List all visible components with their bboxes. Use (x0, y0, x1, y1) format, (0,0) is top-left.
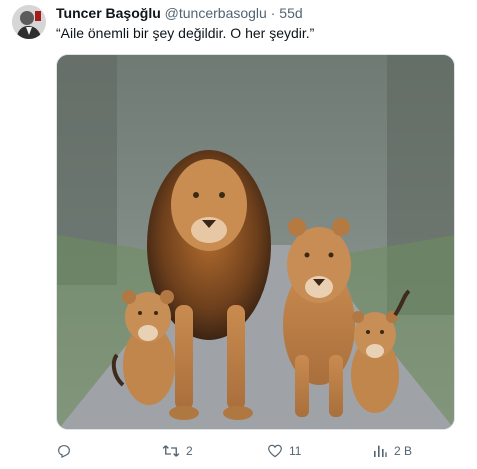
like-count: 11 (289, 444, 302, 458)
tweet-text: “Aile önemli bir şey değildir. O her şey… (56, 25, 315, 41)
reply-icon (58, 445, 70, 458)
tweet-actions: 2 11 2 B (56, 441, 456, 461)
like-button[interactable]: 11 (267, 441, 301, 461)
retweet-button[interactable]: 2 (162, 441, 193, 461)
tweet-image[interactable] (56, 54, 455, 430)
heart-icon (268, 444, 282, 458)
author-handle[interactable]: @tuncerbasoglu (165, 5, 267, 21)
retweet-count: 2 (186, 444, 193, 458)
reply-button[interactable] (56, 441, 78, 461)
retweet-icon (162, 445, 180, 457)
tweet: Tuncer Başoğlu @tuncerbasoglu · 55d “Ail… (0, 0, 477, 469)
views-icon (374, 445, 387, 457)
tweet-header: Tuncer Başoğlu @tuncerbasoglu · 55d (56, 5, 303, 21)
views-button[interactable]: 2 B (372, 441, 412, 461)
author-name[interactable]: Tuncer Başoğlu (56, 5, 161, 21)
lion-family-image (57, 55, 454, 429)
avatar[interactable] (12, 5, 46, 39)
views-count: 2 B (394, 444, 413, 458)
timestamp[interactable]: 55d (279, 5, 302, 21)
separator-dot: · (270, 5, 276, 21)
